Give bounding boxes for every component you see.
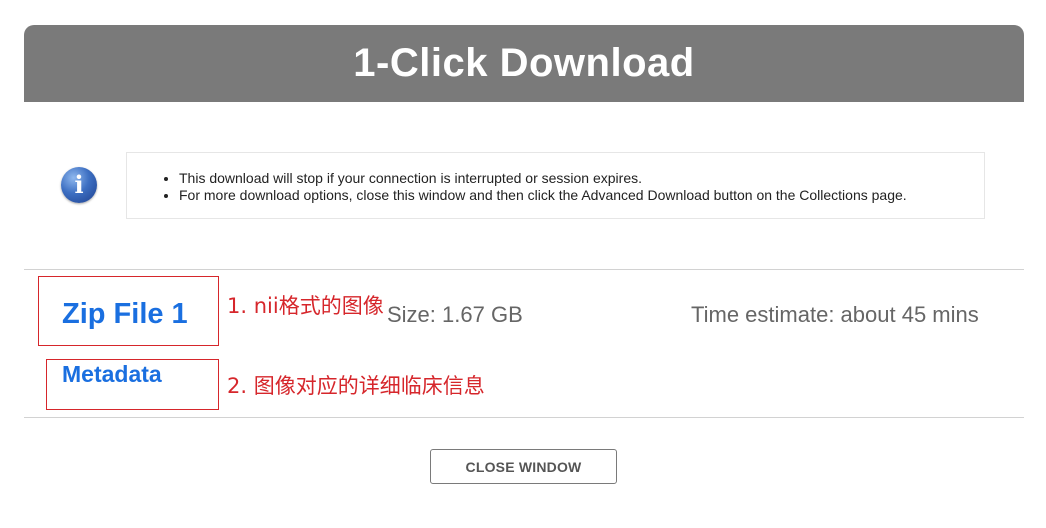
notice-item: This download will stop if your connecti… xyxy=(179,170,984,187)
annotation-box-metadata xyxy=(46,359,219,410)
notice-list: This download will stop if your connecti… xyxy=(161,170,984,204)
top-divider xyxy=(24,269,1024,270)
dialog-header: 1-Click Download xyxy=(24,25,1024,102)
dialog-title: 1-Click Download xyxy=(353,41,695,85)
close-window-button[interactable]: CLOSE WINDOW xyxy=(430,449,617,484)
annotation-note-metadata: 2. 图像对应的详细临床信息 xyxy=(227,374,485,398)
annotation-box-zip xyxy=(38,276,219,346)
bottom-divider xyxy=(24,417,1024,418)
annotation-note-zip: 1. nii格式的图像 xyxy=(227,294,384,318)
notice-item: For more download options, close this wi… xyxy=(179,187,984,204)
time-estimate: Time estimate: about 45 mins xyxy=(691,302,979,327)
info-icon: i xyxy=(61,167,97,203)
file-size: Size: 1.67 GB xyxy=(387,302,523,327)
notice-box: This download will stop if your connecti… xyxy=(126,152,985,219)
info-glyph: i xyxy=(74,170,84,199)
